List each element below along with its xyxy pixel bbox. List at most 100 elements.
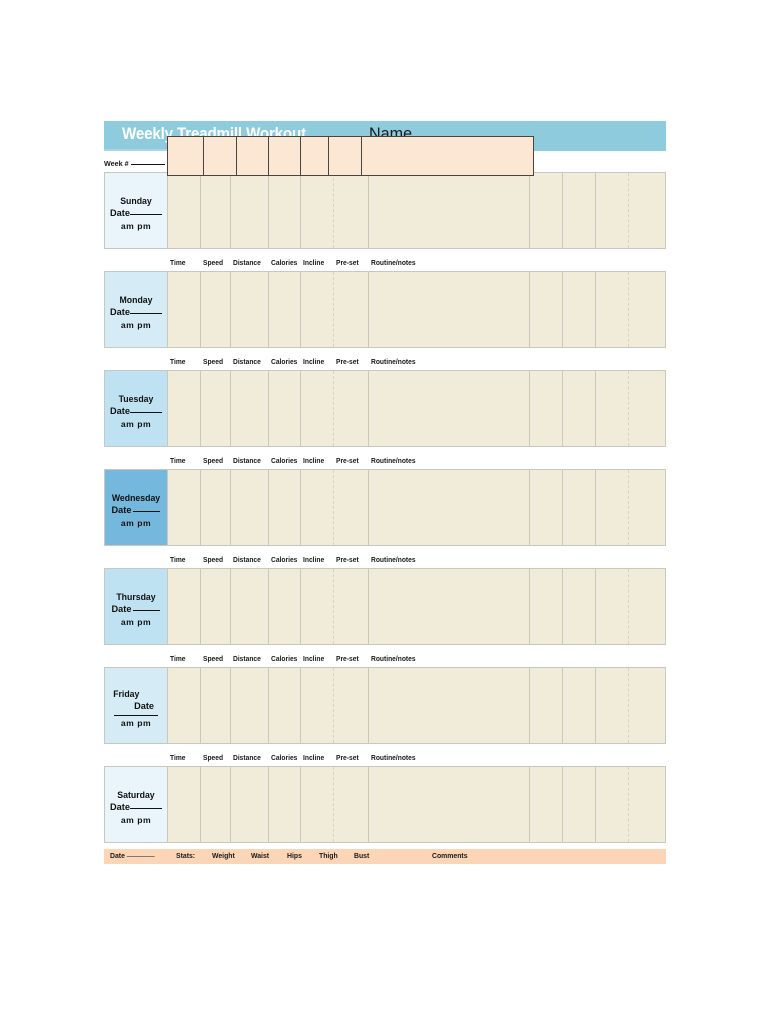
cell-time[interactable] xyxy=(168,272,201,347)
cell-extra-2[interactable] xyxy=(563,173,596,248)
cell-speed[interactable] xyxy=(201,173,231,248)
cell-calories[interactable] xyxy=(269,371,301,446)
day-cell-thursday[interactable]: Thursday Date am pm xyxy=(105,569,168,644)
cell-incline[interactable] xyxy=(301,569,334,644)
cell-calories[interactable] xyxy=(269,272,301,347)
day-cell-friday[interactable]: Friday Date am pm xyxy=(105,668,168,743)
cell-distance[interactable] xyxy=(231,767,269,842)
cell-speed[interactable] xyxy=(201,371,231,446)
cell-preset[interactable] xyxy=(334,470,369,545)
cell-speed[interactable] xyxy=(201,272,231,347)
cell-extra-3[interactable] xyxy=(596,470,629,545)
cell-routine[interactable] xyxy=(369,668,530,743)
cell-preset[interactable] xyxy=(334,767,369,842)
cell-extra-1[interactable] xyxy=(530,470,563,545)
cell-preset[interactable] xyxy=(334,569,369,644)
stats-cell-waist[interactable] xyxy=(269,137,301,175)
cell-extra-1[interactable] xyxy=(530,272,563,347)
cell-routine[interactable] xyxy=(369,173,530,248)
stats-cell-thigh[interactable] xyxy=(329,137,362,175)
cell-distance[interactable] xyxy=(231,173,269,248)
date-field[interactable]: Date xyxy=(105,405,167,418)
cell-time[interactable] xyxy=(168,668,201,743)
cell-routine[interactable] xyxy=(369,569,530,644)
day-cell-wednesday[interactable]: Wednesday Date am pm xyxy=(105,470,168,545)
date-field[interactable]: Date xyxy=(105,801,167,814)
cell-routine[interactable] xyxy=(369,272,530,347)
cell-extra-2[interactable] xyxy=(563,569,596,644)
date-field[interactable]: Date xyxy=(105,603,167,616)
stats-cell-date[interactable] xyxy=(168,137,204,175)
cell-extra-1[interactable] xyxy=(530,668,563,743)
cell-distance[interactable] xyxy=(231,668,269,743)
cell-time[interactable] xyxy=(168,569,201,644)
cell-preset[interactable] xyxy=(334,668,369,743)
cell-routine[interactable] xyxy=(369,371,530,446)
stats-cell-stats[interactable] xyxy=(204,137,237,175)
cell-distance[interactable] xyxy=(231,569,269,644)
cell-extra-4[interactable] xyxy=(629,371,665,446)
cell-extra-3[interactable] xyxy=(596,767,629,842)
cell-distance[interactable] xyxy=(231,470,269,545)
cell-extra-2[interactable] xyxy=(563,767,596,842)
cell-time[interactable] xyxy=(168,173,201,248)
cell-preset[interactable] xyxy=(334,173,369,248)
cell-incline[interactable] xyxy=(301,470,334,545)
stats-cell-comments[interactable] xyxy=(362,137,533,175)
date-field[interactable]: Date xyxy=(105,504,167,517)
cell-extra-4[interactable] xyxy=(629,272,665,347)
cell-extra-4[interactable] xyxy=(629,173,665,248)
week-number-field[interactable]: Week # xyxy=(104,159,165,168)
date-write-line[interactable] xyxy=(133,511,161,512)
cell-speed[interactable] xyxy=(201,470,231,545)
date-write-line[interactable] xyxy=(129,412,162,413)
cell-calories[interactable] xyxy=(269,668,301,743)
cell-distance[interactable] xyxy=(231,371,269,446)
cell-incline[interactable] xyxy=(301,272,334,347)
cell-extra-3[interactable] xyxy=(596,173,629,248)
cell-speed[interactable] xyxy=(201,668,231,743)
cell-routine[interactable] xyxy=(369,470,530,545)
cell-calories[interactable] xyxy=(269,569,301,644)
day-cell-saturday[interactable]: Saturday Date am pm xyxy=(105,767,168,842)
date-write-line[interactable] xyxy=(129,313,162,314)
cell-incline[interactable] xyxy=(301,767,334,842)
cell-extra-4[interactable] xyxy=(629,668,665,743)
day-cell-monday[interactable]: Monday Date am pm xyxy=(105,272,168,347)
date-field[interactable]: Date xyxy=(105,306,167,319)
cell-extra-3[interactable] xyxy=(596,272,629,347)
day-cell-tuesday[interactable]: Tuesday Date am pm xyxy=(105,371,168,446)
cell-time[interactable] xyxy=(168,767,201,842)
cell-time[interactable] xyxy=(168,470,201,545)
cell-extra-1[interactable] xyxy=(530,173,563,248)
date-write-line[interactable] xyxy=(129,808,162,809)
cell-extra-3[interactable] xyxy=(596,371,629,446)
stats-cell-weight[interactable] xyxy=(237,137,269,175)
date-write-line[interactable] xyxy=(133,610,161,611)
cell-speed[interactable] xyxy=(201,569,231,644)
cell-preset[interactable] xyxy=(334,272,369,347)
cell-extra-1[interactable] xyxy=(530,371,563,446)
date-field[interactable]: Date xyxy=(105,207,167,220)
cell-calories[interactable] xyxy=(269,767,301,842)
cell-incline[interactable] xyxy=(301,173,334,248)
cell-routine[interactable] xyxy=(369,767,530,842)
date-write-line[interactable] xyxy=(129,214,162,215)
cell-extra-2[interactable] xyxy=(563,668,596,743)
cell-extra-4[interactable] xyxy=(629,470,665,545)
cell-calories[interactable] xyxy=(269,470,301,545)
cell-extra-2[interactable] xyxy=(563,470,596,545)
cell-extra-4[interactable] xyxy=(629,767,665,842)
cell-extra-4[interactable] xyxy=(629,569,665,644)
cell-incline[interactable] xyxy=(301,371,334,446)
cell-extra-1[interactable] xyxy=(530,767,563,842)
day-cell-sunday[interactable]: Sunday Date am pm xyxy=(105,173,168,248)
cell-speed[interactable] xyxy=(201,767,231,842)
cell-preset[interactable] xyxy=(334,371,369,446)
cell-distance[interactable] xyxy=(231,272,269,347)
cell-extra-3[interactable] xyxy=(596,668,629,743)
cell-extra-1[interactable] xyxy=(530,569,563,644)
cell-time[interactable] xyxy=(168,371,201,446)
cell-extra-2[interactable] xyxy=(563,272,596,347)
cell-extra-3[interactable] xyxy=(596,569,629,644)
